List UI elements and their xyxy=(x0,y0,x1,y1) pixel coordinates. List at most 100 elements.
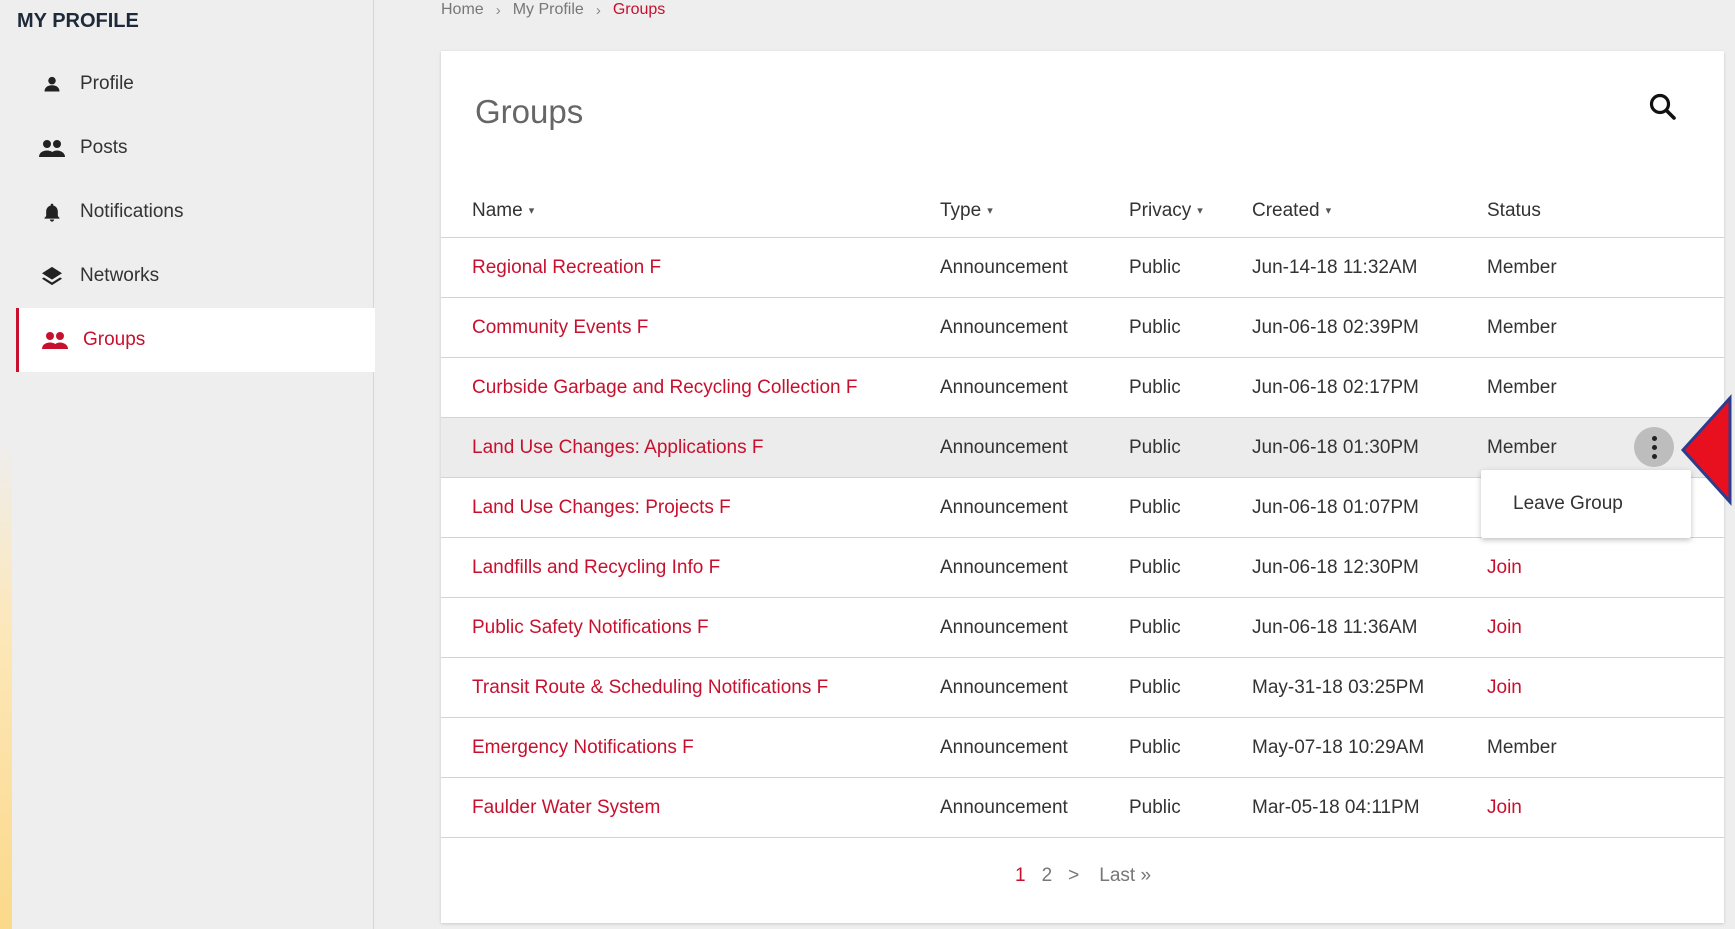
sidebar-item-groups[interactable]: Groups xyxy=(16,308,375,372)
group-name-link[interactable]: Community Events F xyxy=(472,317,648,338)
next-page-link[interactable]: > xyxy=(1068,865,1079,887)
column-header-status: Status xyxy=(1487,185,1724,238)
table-row-hovered: Land Use Changes: Applications F Announc… xyxy=(441,417,1724,478)
page-1-link[interactable]: 1 xyxy=(1015,865,1026,887)
bell-icon xyxy=(38,200,66,224)
group-created: Jun-06-18 01:30PM xyxy=(1252,417,1487,478)
group-name-link[interactable]: Faulder Water System xyxy=(472,797,660,818)
breadcrumb-profile-link[interactable]: My Profile xyxy=(513,1,584,19)
person-icon xyxy=(38,72,66,96)
group-privacy: Public xyxy=(1129,417,1252,478)
group-type: Announcement xyxy=(940,357,1129,418)
column-header-created[interactable]: Created ▾ xyxy=(1252,185,1487,238)
group-name-link[interactable]: Emergency Notifications F xyxy=(472,737,694,758)
sidebar-item-profile[interactable]: Profile xyxy=(16,52,373,116)
group-created: Jun-06-18 02:17PM xyxy=(1252,357,1487,418)
column-header-privacy[interactable]: Privacy ▾ xyxy=(1129,185,1252,238)
pointer-arrow-icon xyxy=(1680,394,1732,506)
leave-group-menu-item[interactable]: Leave Group xyxy=(1513,493,1623,515)
table-row: Public Safety Notifications F Announceme… xyxy=(441,597,1724,658)
sidebar-item-label: Posts xyxy=(80,137,128,158)
group-privacy: Public xyxy=(1129,477,1252,538)
search-icon xyxy=(1649,93,1676,120)
group-privacy: Public xyxy=(1129,537,1252,598)
sidebar-item-notifications[interactable]: Notifications xyxy=(16,180,373,244)
group-type: Announcement xyxy=(940,537,1129,598)
layers-icon xyxy=(38,264,66,288)
sidebar-item-label: Notifications xyxy=(80,201,184,222)
sort-caret-icon: ▾ xyxy=(1325,205,1332,217)
breadcrumb-separator: › xyxy=(595,1,601,19)
group-created: Jun-14-18 11:32AM xyxy=(1252,237,1487,298)
kebab-dot xyxy=(1651,453,1657,459)
group-privacy: Public xyxy=(1129,657,1252,718)
join-link[interactable]: Join xyxy=(1487,797,1522,818)
group-created: Jun-06-18 12:30PM xyxy=(1252,537,1487,598)
group-created: Jun-06-18 01:07PM xyxy=(1252,477,1487,538)
group-privacy: Public xyxy=(1129,297,1252,358)
join-link[interactable]: Join xyxy=(1487,557,1522,578)
group-name-link[interactable]: Regional Recreation F xyxy=(472,257,661,278)
group-privacy: Public xyxy=(1129,717,1252,778)
group-type: Announcement xyxy=(940,417,1129,478)
group-name-link[interactable]: Land Use Changes: Applications F xyxy=(472,437,764,458)
kebab-dot xyxy=(1651,444,1657,450)
breadcrumb-current: Groups xyxy=(612,1,666,18)
group-type: Announcement xyxy=(940,237,1129,298)
group-type: Announcement xyxy=(940,297,1129,358)
table-header-row: Name ▾ Type ▾ Privacy ▾ Created ▾ Status xyxy=(441,185,1724,238)
people-icon xyxy=(38,136,66,160)
sidebar-title: MY PROFILE xyxy=(17,10,139,32)
breadcrumb-separator: › xyxy=(495,1,501,19)
group-status: Member xyxy=(1487,297,1724,358)
column-header-name[interactable]: Name ▾ xyxy=(441,185,940,238)
sidebar: MY PROFILE Profile Posts Notifications N… xyxy=(0,0,375,929)
group-privacy: Public xyxy=(1129,777,1252,838)
group-created: May-31-18 03:25PM xyxy=(1252,657,1487,718)
search-button[interactable] xyxy=(1643,87,1683,127)
sidebar-item-label: Profile xyxy=(80,73,134,94)
table-row: Faulder Water System Announcement Public… xyxy=(441,777,1724,838)
last-page-link[interactable]: Last » xyxy=(1099,865,1151,887)
group-name-link[interactable]: Landfills and Recycling Info F xyxy=(472,557,720,578)
group-name-link[interactable]: Land Use Changes: Projects F xyxy=(472,497,731,518)
sort-caret-icon: ▾ xyxy=(987,205,993,217)
group-name-link[interactable]: Public Safety Notifications F xyxy=(472,617,709,638)
table-row: Community Events F Announcement Public J… xyxy=(441,297,1724,358)
pagination: 1 2 > Last » xyxy=(1015,865,1151,887)
group-type: Announcement xyxy=(940,777,1129,838)
breadcrumb: Home › My Profile › Groups xyxy=(441,1,665,19)
group-name-link[interactable]: Curbside Garbage and Recycling Collectio… xyxy=(472,377,857,398)
group-type: Announcement xyxy=(940,597,1129,658)
kebab-dot xyxy=(1651,435,1657,441)
group-created: May-07-18 10:29AM xyxy=(1252,717,1487,778)
group-created: Jun-06-18 02:39PM xyxy=(1252,297,1487,358)
group-status: Member xyxy=(1487,717,1724,778)
sidebar-item-networks[interactable]: Networks xyxy=(16,244,373,308)
column-header-type[interactable]: Type ▾ xyxy=(940,185,1129,238)
group-created: Mar-05-18 04:11PM xyxy=(1252,777,1487,838)
group-status: Member xyxy=(1487,237,1724,298)
group-name-link[interactable]: Transit Route & Scheduling Notifications… xyxy=(472,677,828,698)
sort-caret-icon: ▾ xyxy=(1197,205,1203,217)
edge-glow xyxy=(0,440,12,929)
sidebar-item-label: Networks xyxy=(80,265,160,286)
join-link[interactable]: Join xyxy=(1487,677,1522,698)
group-privacy: Public xyxy=(1129,597,1252,658)
group-created: Jun-06-18 11:36AM xyxy=(1252,597,1487,658)
join-link[interactable]: Join xyxy=(1487,617,1522,638)
table-row: Transit Route & Scheduling Notifications… xyxy=(441,657,1724,718)
row-actions-button[interactable] xyxy=(1634,427,1674,467)
breadcrumb-home-link[interactable]: Home xyxy=(441,1,484,19)
table-row: Landfills and Recycling Info F Announcem… xyxy=(441,537,1724,598)
group-privacy: Public xyxy=(1129,357,1252,418)
group-type: Announcement xyxy=(940,477,1129,538)
row-actions-menu: Leave Group xyxy=(1481,470,1691,538)
people-icon xyxy=(41,328,69,352)
page-2-link[interactable]: 2 xyxy=(1042,865,1053,887)
table-row: Regional Recreation F Announcement Publi… xyxy=(441,237,1724,298)
sidebar-item-label: Groups xyxy=(83,329,146,350)
sidebar-item-posts[interactable]: Posts xyxy=(16,116,373,180)
group-type: Announcement xyxy=(940,717,1129,778)
page-title: Groups xyxy=(475,93,584,130)
